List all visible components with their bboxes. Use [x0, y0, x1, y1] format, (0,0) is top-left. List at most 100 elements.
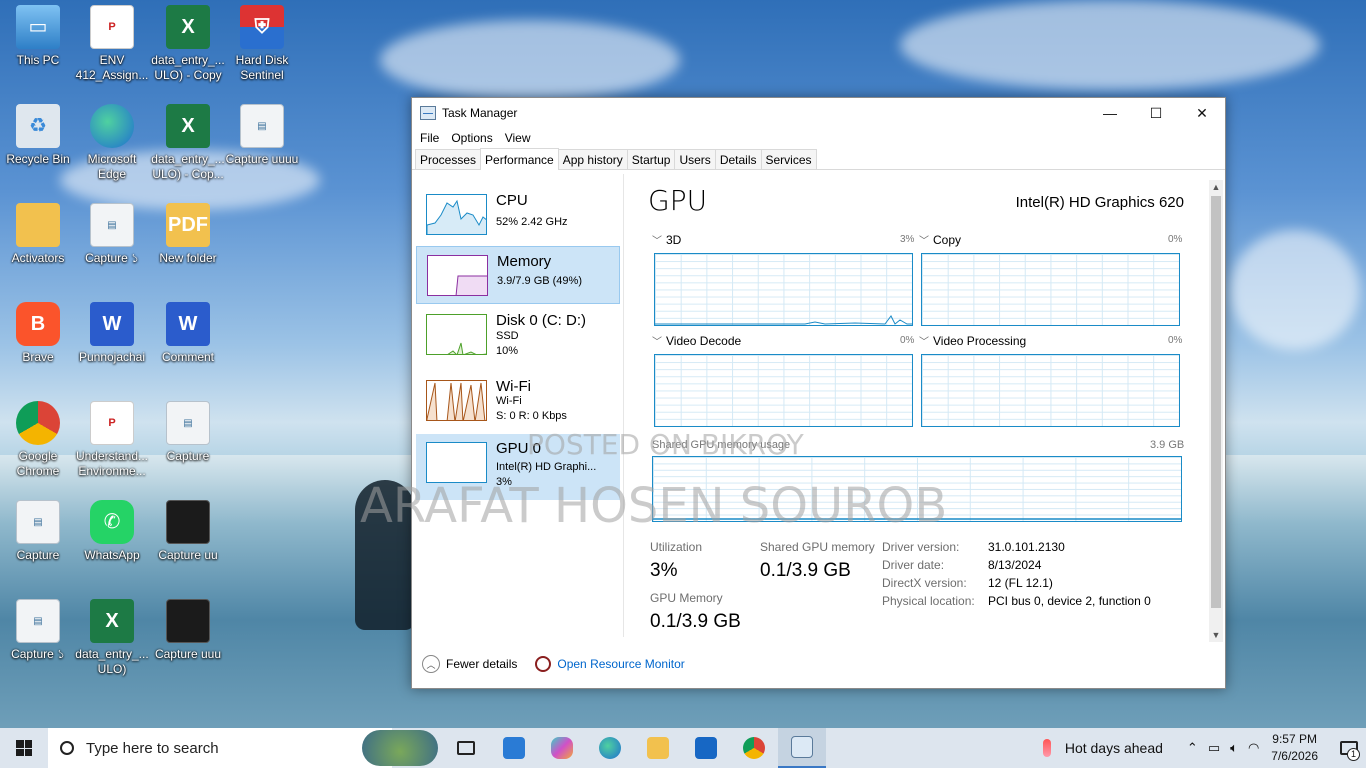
desktop-icon[interactable]: W Comment: [150, 302, 226, 365]
battery-icon[interactable]: ▭: [1208, 740, 1220, 756]
desktop-icon-label: data_entry_... ULO) - Copy: [151, 53, 225, 82]
task-view-button[interactable]: [442, 728, 490, 768]
taskbar-microsoft-store[interactable]: [490, 728, 538, 768]
tab-processes[interactable]: Processes: [415, 149, 482, 169]
tab-services[interactable]: Services: [760, 149, 817, 169]
close-button[interactable]: ✕: [1179, 98, 1225, 128]
desktop-icon[interactable]: ▤ Capture ১: [74, 203, 150, 266]
desktop-icon[interactable]: ♻ Recycle Bin: [0, 104, 76, 167]
desktop-icon[interactable]: PDF New folder: [150, 203, 226, 266]
desktop-icon[interactable]: ▤ Capture: [150, 401, 226, 464]
physical-location-value: PCI bus 0, device 2, function 0: [988, 594, 1151, 608]
desktop-icon[interactable]: P ENV 412_Assign...: [74, 5, 150, 83]
taskbar-edge[interactable]: [586, 728, 634, 768]
desktop-icon[interactable]: ✆ WhatsApp: [74, 500, 150, 563]
vertical-scrollbar[interactable]: ▲ ▼: [1209, 180, 1223, 642]
resource-disk[interactable]: Disk 0 (C: D:) SSD 10%: [416, 306, 620, 364]
tab-users[interactable]: Users: [674, 149, 716, 169]
thermometer-icon: [1042, 739, 1051, 757]
desktop-icon[interactable]: P Understand... Environme...: [74, 401, 150, 479]
open-resource-monitor-link[interactable]: Open Resource Monitor: [557, 657, 684, 671]
resource-cpu[interactable]: CPU 52% 2.42 GHz: [416, 186, 620, 244]
minimize-button[interactable]: —: [1087, 98, 1133, 128]
wifi-icon[interactable]: ◠: [1248, 740, 1259, 756]
graph-pct-video-processing: 0%: [1168, 335, 1183, 346]
desktop-icon-label: Capture uuu: [154, 647, 222, 661]
desktop-icon[interactable]: Google Chrome: [0, 401, 76, 479]
menu-options[interactable]: Options: [451, 131, 498, 145]
cap-app-icon: ▤: [16, 500, 60, 544]
graph-label-3d[interactable]: ﹀ 3D: [652, 232, 681, 247]
graph-copy: [921, 253, 1180, 326]
graph-label-copy[interactable]: ﹀ Copy: [919, 232, 961, 247]
physical-location-label: Physical location:: [882, 594, 975, 608]
pc-app-icon: ▭: [16, 5, 60, 49]
volume-icon[interactable]: 🔈︎: [1230, 740, 1238, 756]
maximize-button[interactable]: ☐: [1133, 98, 1179, 128]
desktop-icon-label: Capture uuuu: [225, 152, 299, 166]
desktop-icon[interactable]: Activators: [0, 203, 76, 266]
desktop-icon[interactable]: B Brave: [0, 302, 76, 365]
scrollbar-thumb[interactable]: [1211, 196, 1221, 608]
notifications-button[interactable]: 1: [1332, 728, 1366, 768]
scroll-down-icon[interactable]: ▼: [1209, 630, 1223, 640]
desktop-icon[interactable]: Capture uuu: [150, 599, 226, 662]
desktop-icon-label: data_entry_... ULO) - Cop...: [151, 152, 225, 181]
taskbar-copilot[interactable]: [538, 728, 586, 768]
menu-view[interactable]: View: [505, 131, 537, 145]
tab-startup[interactable]: Startup: [626, 149, 676, 169]
dark-app-icon: [166, 500, 210, 544]
chrome-icon: [743, 737, 765, 759]
clock[interactable]: 9:57 PM 7/6/2026: [1271, 731, 1318, 765]
desktop-icon[interactable]: ▤ Capture: [0, 500, 76, 563]
menu-file[interactable]: File: [420, 131, 445, 145]
desktop-icon-label: ENV 412_Assign...: [75, 53, 149, 82]
brave-app-icon: B: [16, 302, 60, 346]
taskbar-chrome[interactable]: [730, 728, 778, 768]
tab-details[interactable]: Details: [714, 149, 762, 169]
taskbar-file-explorer[interactable]: [634, 728, 682, 768]
desktop-icon[interactable]: Xdata_entry_... ULO) - Cop...: [150, 104, 226, 182]
desktop-icon[interactable]: W Punnojachai: [74, 302, 150, 365]
resource-detail: 10%: [496, 345, 519, 357]
wifi-thumbnail-graph: [426, 380, 487, 421]
word-app-icon: W: [90, 302, 134, 346]
desktop-icon[interactable]: ▤ Capture ১: [0, 599, 76, 662]
weather-widget[interactable]: Hot days ahead: [1042, 739, 1163, 757]
graph-label-video-processing[interactable]: ﹀ Video Processing: [919, 333, 1026, 348]
taskbar-task-manager[interactable]: [778, 728, 826, 768]
edge-icon: [599, 737, 621, 759]
desktop-icon[interactable]: Xdata_entry_... ULO): [74, 599, 150, 677]
gpu-memory-value: 0.1/3.9 GB: [650, 611, 741, 632]
tab-performance[interactable]: Performance: [480, 148, 559, 170]
title-bar[interactable]: Task Manager — ☐ ✕: [412, 98, 1225, 128]
desktop-icon[interactable]: ⛨ Hard Disk Sentinel: [224, 5, 300, 83]
cloud: [900, 0, 1320, 90]
taskbar-search-box[interactable]: Type here to search: [48, 728, 438, 768]
desktop-icon[interactable]: Xdata_entry_... ULO) - Copy: [150, 5, 226, 83]
resource-memory[interactable]: Memory 3.9/7.9 GB (49%): [416, 246, 620, 304]
resource-wifi[interactable]: Wi-Fi Wi-Fi S: 0 R: 0 Kbps: [416, 372, 620, 430]
search-icon: [60, 741, 74, 755]
doc-app-icon: P: [90, 401, 134, 445]
desktop-icon-label: Activators: [11, 251, 65, 265]
desktop-icon-label: This PC: [16, 53, 60, 67]
collapse-icon[interactable]: ︿: [422, 655, 440, 673]
clock-date: 7/6/2026: [1271, 749, 1318, 763]
start-button[interactable]: [0, 728, 48, 768]
chevron-up-icon[interactable]: ⌃: [1187, 740, 1198, 756]
copilot-icon: [551, 737, 573, 759]
desktop-icon[interactable]: Capture uu: [150, 500, 226, 563]
taskbar-outlook[interactable]: [682, 728, 730, 768]
resource-detail: Intel(R) HD Graphi...: [496, 461, 597, 473]
fewer-details-button[interactable]: Fewer details: [446, 657, 517, 671]
graph-label-video-decode[interactable]: ﹀ Video Decode: [652, 333, 741, 348]
dark-app-icon: [166, 599, 210, 643]
cap-app-icon: ▤: [16, 599, 60, 643]
search-highlight-image[interactable]: [362, 730, 438, 766]
desktop-icon[interactable]: ▭ This PC: [0, 5, 76, 68]
desktop-icon[interactable]: ▤ Capture uuuu: [224, 104, 300, 167]
scroll-up-icon[interactable]: ▲: [1209, 182, 1223, 192]
tab-app-history[interactable]: App history: [557, 149, 628, 169]
desktop-icon[interactable]: Microsoft Edge: [74, 104, 150, 182]
